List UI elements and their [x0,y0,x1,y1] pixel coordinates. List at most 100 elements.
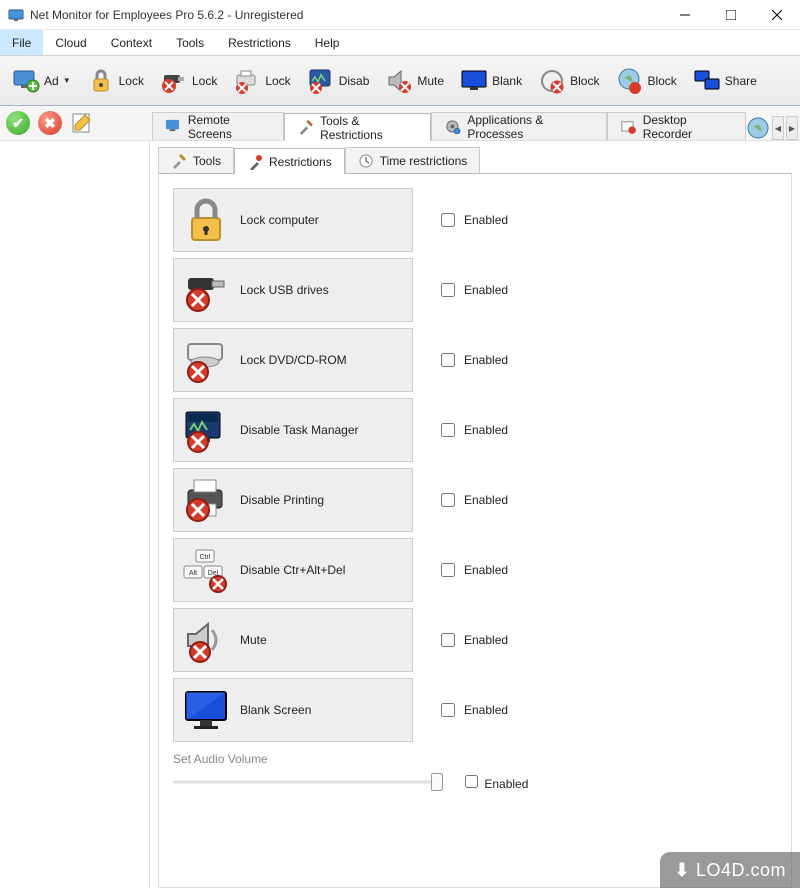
chevron-down-icon: ▼ [63,76,71,85]
blank-screen-monitor-icon [182,686,230,734]
toolbar-mute-label: Mute [417,74,444,88]
enable-checkbox[interactable] [465,775,478,788]
restriction-card[interactable]: Blank Screen [173,678,413,742]
subtab-tools[interactable]: Tools [158,147,234,173]
sub-tab-strip: Tools Restrictions Time restrictions [158,145,792,173]
toolbar-blank[interactable]: Blank [454,63,528,99]
menu-help[interactable]: Help [303,30,352,55]
audio-volume-row: Enabled [173,772,777,791]
task-manager-icon [182,406,230,454]
mute-speaker-icon [182,616,230,664]
restriction-card[interactable]: CtrlAltDel Disable Ctr+Alt+Del [173,538,413,602]
mute-icon [385,67,413,95]
menu-restrictions[interactable]: Restrictions [216,30,303,55]
subtab-time-restrictions-label: Time restrictions [380,154,468,168]
tab-remote-screens-label: Remote Screens [188,113,271,141]
restriction-enable[interactable]: Enabled [437,490,508,510]
toolbar-add[interactable]: Ad ▼ [6,63,77,99]
enable-checkbox[interactable] [441,213,455,227]
enable-label: Enabled [484,777,528,791]
tab-remote-screens[interactable]: Remote Screens [152,112,284,140]
toolbar-blank-label: Blank [492,74,522,88]
maximize-button[interactable] [708,0,754,29]
reject-icon[interactable]: ✖ [38,111,62,135]
restriction-enable[interactable]: Enabled [437,210,508,230]
restriction-enable[interactable]: Enabled [437,560,508,580]
enable-checkbox[interactable] [441,703,455,717]
toolbar-mute[interactable]: Mute [379,63,450,99]
slider-thumb[interactable] [431,773,443,791]
menu-tools[interactable]: Tools [164,30,216,55]
enable-checkbox[interactable] [441,563,455,577]
menu-context[interactable]: Context [99,30,164,55]
block-icon [538,67,566,95]
minimize-button[interactable] [662,0,708,29]
restriction-enable[interactable]: Enabled [437,630,508,650]
enable-checkbox[interactable] [441,283,455,297]
share-icon [693,67,721,95]
restriction-card[interactable]: Lock DVD/CD-ROM [173,328,413,392]
restriction-card[interactable]: Disable Printing [173,468,413,532]
subtab-tools-label: Tools [193,154,221,168]
restriction-enable[interactable]: Enabled [437,350,508,370]
toolbar-disable[interactable]: Disab [301,63,376,99]
apps-processes-icon [444,118,461,136]
enable-label: Enabled [464,633,508,647]
computer-list-sidebar [0,141,150,888]
restrictions-icon [247,154,263,170]
notes-icon[interactable] [70,111,94,135]
toolbar-disable-label: Disab [339,74,370,88]
clock-icon [358,153,374,169]
tab-apps-processes[interactable]: Applications & Processes [431,112,606,140]
audio-volume-label: Set Audio Volume [173,752,777,766]
enable-label: Enabled [464,423,508,437]
toolbar-lock-3[interactable]: Lock [227,63,296,99]
restriction-card[interactable]: Lock USB drives [173,258,413,322]
restriction-label: Blank Screen [240,703,311,717]
close-button[interactable] [754,0,800,29]
menu-bar: File Cloud Context Tools Restrictions He… [0,30,800,56]
toolbar-lock-3-label: Lock [265,74,290,88]
toolbar-block-2[interactable]: Block [609,63,682,99]
toolbar-lock-2[interactable]: Lock [154,63,223,99]
blank-screen-icon [460,67,488,95]
tab-tools-restrictions[interactable]: Tools & Restrictions [284,113,431,141]
restriction-enable[interactable]: Enabled [437,700,508,720]
restriction-enable[interactable]: Enabled [437,280,508,300]
restriction-card[interactable]: Lock computer [173,188,413,252]
audio-enable[interactable]: Enabled [461,772,528,791]
tab-desktop-recorder[interactable]: Desktop Recorder [607,112,746,140]
main-toolbar: Ad ▼ Lock Lock Lock Disab Mute Blank Blo… [0,56,800,106]
restriction-enable[interactable]: Enabled [437,420,508,440]
toolbar-lock-1[interactable]: Lock [81,63,150,99]
enable-label: Enabled [464,283,508,297]
restriction-card[interactable]: Disable Task Manager [173,398,413,462]
toolbar-block-1[interactable]: Block [532,63,605,99]
enable-checkbox[interactable] [441,493,455,507]
globe-icon[interactable] [746,116,770,140]
tab-scroll-left[interactable]: ◀ [772,116,784,140]
restriction-label: Lock computer [240,213,319,227]
toolbar-share[interactable]: Share [687,63,763,99]
desktop-recorder-icon [620,118,637,136]
tab-scroll-right[interactable]: ▶ [786,116,798,140]
restriction-card[interactable]: Mute [173,608,413,672]
enable-checkbox[interactable] [441,423,455,437]
subtab-restrictions[interactable]: Restrictions [234,148,345,174]
menu-cloud[interactable]: Cloud [43,30,98,55]
audio-volume-slider[interactable] [173,774,443,790]
menu-file[interactable]: File [0,30,43,55]
restriction-label: Mute [240,633,267,647]
svg-text:Ctrl: Ctrl [200,554,211,561]
restriction-lock-dvd: Lock DVD/CD-ROM Enabled [173,328,777,392]
tab-tools-restrictions-label: Tools & Restrictions [320,114,418,142]
accept-icon[interactable]: ✔ [6,111,30,135]
watermark-text: LO4D.com [696,860,786,881]
enable-checkbox[interactable] [441,633,455,647]
restriction-blank-screen: Blank Screen Enabled [173,678,777,742]
download-icon: ⬇ [674,860,690,881]
enable-checkbox[interactable] [441,353,455,367]
tools-icon [171,153,187,169]
subtab-time-restrictions[interactable]: Time restrictions [345,147,481,173]
enable-label: Enabled [464,703,508,717]
